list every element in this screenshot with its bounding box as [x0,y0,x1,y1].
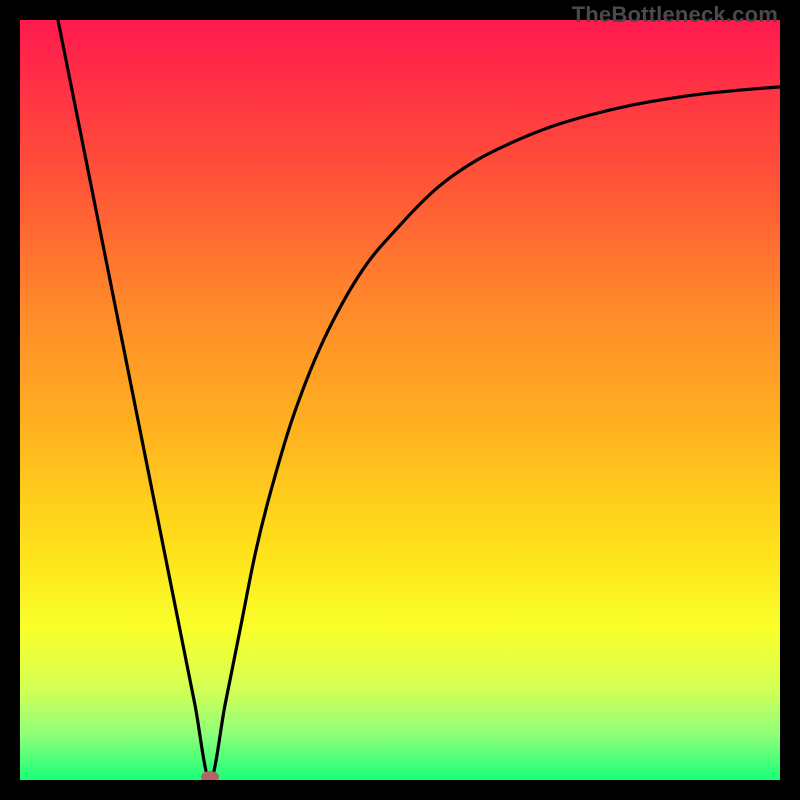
chart-frame [20,20,780,780]
watermark-text: TheBottleneck.com [572,2,778,28]
chart-svg [20,20,780,780]
